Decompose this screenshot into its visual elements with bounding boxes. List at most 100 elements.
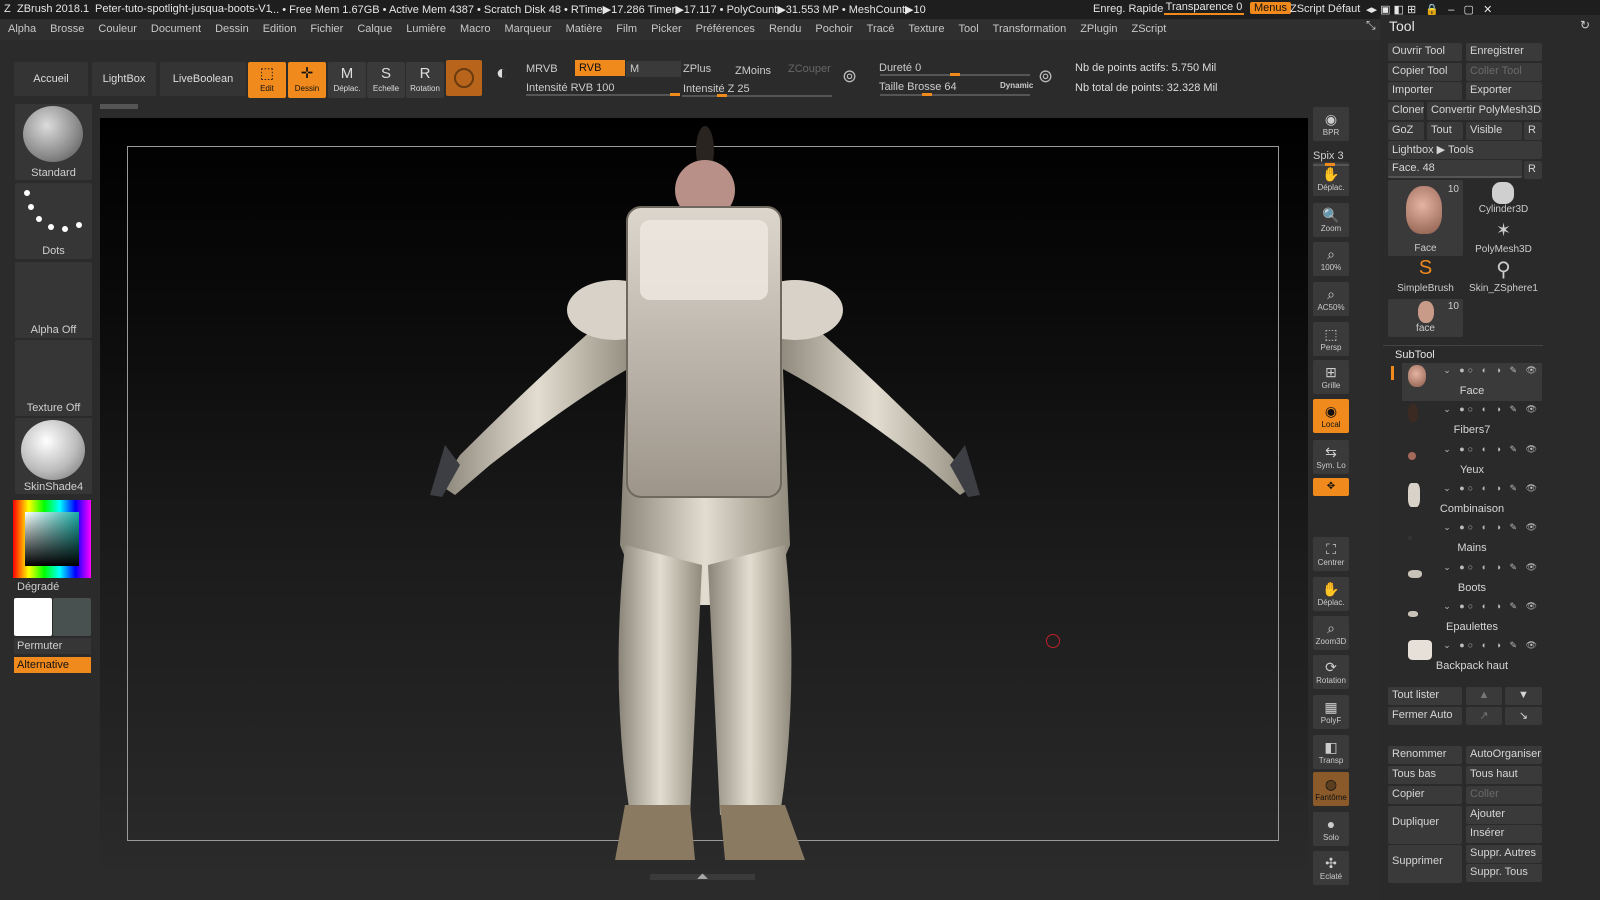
export-button[interactable]: Exporter bbox=[1466, 82, 1542, 100]
auto-organize-button[interactable]: AutoOrganiser bbox=[1466, 746, 1542, 764]
gradient-label[interactable]: Dégradé bbox=[17, 581, 59, 593]
edit-button[interactable]: ⬚ Edit bbox=[248, 62, 286, 98]
alternate-button[interactable]: Alternative bbox=[14, 657, 91, 673]
subtool-row[interactable]: ⌄ ●○ ◐ ◑ ✎ 👁 Yeux bbox=[1402, 442, 1542, 480]
menu-couleur[interactable]: Couleur bbox=[90, 20, 143, 35]
tool-thumb-cylinder[interactable]: Cylinder3D bbox=[1466, 180, 1541, 218]
menu-tool[interactable]: Tool bbox=[950, 20, 984, 35]
panel-refresh-icon[interactable]: ↻ bbox=[1580, 18, 1590, 32]
subtool-row[interactable]: ⌄ ●○ ◐ ◑ ✎ 👁 Mains bbox=[1402, 520, 1542, 558]
frame-button[interactable]: ⛶ Centrer bbox=[1313, 537, 1349, 571]
move-up-arrow-icon[interactable]: ▲ bbox=[1466, 687, 1502, 705]
spix-knob[interactable] bbox=[1325, 163, 1335, 166]
arrow-up-right-icon[interactable]: ↗ bbox=[1466, 707, 1502, 725]
menu-document[interactable]: Document bbox=[143, 20, 207, 35]
subtool-visibility-icon[interactable]: ⌄ ●○ ◐ ◑ ✎ 👁 bbox=[1443, 522, 1540, 533]
all-button[interactable]: Tout bbox=[1427, 122, 1463, 140]
bottom-tray-handle[interactable]: ◢◣ bbox=[650, 873, 755, 880]
xyz-button[interactable]: ✥ bbox=[1313, 478, 1349, 496]
color-sphere-icon[interactable]: ◐ bbox=[488, 62, 516, 94]
tool-thumb-polymesh[interactable]: ✶ PolyMesh3D bbox=[1466, 220, 1541, 258]
tool-thumb-simplebrush[interactable]: S SimpleBrush bbox=[1388, 257, 1463, 297]
move-button[interactable]: M Déplac. bbox=[328, 62, 366, 98]
transparency-slider[interactable]: Transparence 0 bbox=[1164, 1, 1244, 15]
import-button[interactable]: Importer bbox=[1388, 82, 1462, 100]
menu-preferences[interactable]: Préférences bbox=[688, 20, 761, 35]
subtool-title[interactable]: SubTool bbox=[1395, 349, 1435, 361]
copy-subtool-button[interactable]: Copier bbox=[1388, 786, 1462, 804]
menu-fichier[interactable]: Fichier bbox=[302, 20, 349, 35]
zcut-toggle[interactable]: ZCouper bbox=[784, 61, 835, 77]
menu-marqueur[interactable]: Marqueur bbox=[497, 20, 558, 35]
subtool-visibility-icon[interactable]: ⌄ ●○ ◐ ◑ ✎ 👁 bbox=[1443, 444, 1540, 455]
paste-subtool-button[interactable]: Coller bbox=[1466, 786, 1542, 804]
rgb-intensity-slider[interactable] bbox=[526, 93, 680, 96]
move-hand-button[interactable]: ✋ Déplac. bbox=[1313, 162, 1349, 196]
brush-size-knob[interactable] bbox=[922, 93, 932, 96]
z-intensity-knob[interactable] bbox=[717, 94, 727, 97]
visible-button[interactable]: Visible bbox=[1466, 122, 1522, 140]
polyframe-button[interactable]: ▦ PolyF bbox=[1313, 695, 1349, 729]
open-tool-button[interactable]: Ouvrir Tool bbox=[1388, 43, 1462, 61]
menu-zplugin[interactable]: ZPlugin bbox=[1072, 20, 1123, 35]
all-low-button[interactable]: Tous bas bbox=[1388, 766, 1462, 784]
tool-pin-icon[interactable]: ⤡ bbox=[1366, 18, 1376, 33]
save-tool-button[interactable]: Enregistrer bbox=[1466, 43, 1542, 61]
duplicate-button[interactable]: Dupliquer bbox=[1388, 806, 1462, 844]
texture-selector[interactable]: Texture Off bbox=[15, 340, 92, 416]
bpr-button[interactable]: ◉ BPR bbox=[1313, 107, 1349, 141]
m-toggle[interactable]: M bbox=[626, 61, 681, 77]
lightbox-tools-button[interactable]: Lightbox ▶ Tools bbox=[1388, 141, 1542, 159]
tab-lightbox[interactable]: LightBox bbox=[92, 62, 156, 96]
secondary-color-swatch[interactable] bbox=[53, 598, 91, 636]
subtool-scroll-indicator[interactable] bbox=[1391, 366, 1394, 380]
color-square[interactable] bbox=[25, 512, 79, 566]
subtool-row[interactable]: ⌄ ●○ ◐ ◑ ✎ 👁 Combinaison bbox=[1402, 481, 1542, 519]
menu-macro[interactable]: Macro bbox=[452, 20, 497, 35]
menu-zscript[interactable]: ZScript bbox=[1124, 20, 1173, 35]
menu-trace[interactable]: Tracé bbox=[859, 20, 901, 35]
subtool-visibility-icon[interactable]: ⌄ ●○ ◐ ◑ ✎ 👁 bbox=[1443, 483, 1540, 494]
subtool-visibility-icon[interactable]: ⌄ ●○ ◐ ◑ ✎ 👁 bbox=[1443, 404, 1540, 415]
draw-button[interactable]: ✛ Dessin bbox=[288, 62, 326, 98]
mrgb-toggle[interactable]: MRVB bbox=[522, 61, 562, 77]
hardness-slider[interactable] bbox=[880, 73, 1030, 76]
zscript-default-button[interactable]: ZScript Défaut bbox=[1290, 3, 1360, 15]
all-high-button[interactable]: Tous haut bbox=[1466, 766, 1542, 784]
sym-button[interactable]: ⇆ Sym. Lo bbox=[1313, 440, 1349, 474]
subtool-row[interactable]: ⌄ ●○ ◐ ◑ ✎ 👁 Epaulettes bbox=[1402, 599, 1542, 637]
dynamic-toggle[interactable]: Dynamic bbox=[996, 79, 1037, 95]
scale-button[interactable]: S Echelle bbox=[367, 62, 405, 98]
main-color-swatch[interactable] bbox=[14, 598, 52, 636]
arrow-down-right-icon[interactable]: ↘ bbox=[1505, 707, 1542, 725]
move-down-arrow-icon[interactable]: ▼ bbox=[1505, 687, 1542, 705]
spix-setting[interactable]: Spix 3 bbox=[1313, 150, 1344, 162]
rotate3d-button[interactable]: ⟳ Rotation bbox=[1313, 655, 1349, 689]
tool-thumb-face-2[interactable]: 10 face bbox=[1388, 299, 1463, 337]
alpha-selector[interactable]: Alpha Off bbox=[15, 262, 92, 338]
subtool-row[interactable]: ⌄ ●○ ◐ ◑ ✎ 👁 Fibers7 bbox=[1402, 402, 1542, 440]
menu-lumiere[interactable]: Lumière bbox=[398, 20, 452, 35]
move-hand-button[interactable]: ✋ Déplac. bbox=[1313, 577, 1349, 611]
ghost-button[interactable]: ◍ Fantôme bbox=[1313, 772, 1349, 806]
quicksave-button[interactable]: Enreg. Rapide bbox=[1093, 3, 1163, 15]
draw-size-icon[interactable]: ⊚ bbox=[1038, 66, 1064, 92]
menu-matiere[interactable]: Matière bbox=[558, 20, 609, 35]
viewport-tab[interactable] bbox=[100, 104, 138, 109]
auto-close-button[interactable]: Fermer Auto bbox=[1388, 707, 1462, 725]
menu-rendu[interactable]: Rendu bbox=[761, 20, 807, 35]
menu-transformation[interactable]: Transformation bbox=[985, 20, 1073, 35]
subtool-row[interactable]: ⌄ ●○ ◐ ◑ ✎ 👁 Face bbox=[1402, 363, 1542, 401]
tab-home[interactable]: Accueil bbox=[14, 62, 88, 96]
solo-button[interactable]: ● Solo bbox=[1313, 812, 1349, 846]
color-picker[interactable] bbox=[13, 500, 91, 578]
goz-button[interactable]: GoZ bbox=[1388, 122, 1424, 140]
persp-button[interactable]: ⬚ Persp bbox=[1313, 322, 1349, 356]
menu-edition[interactable]: Edition bbox=[255, 20, 303, 35]
actual-size-button[interactable]: ⌕ 100% bbox=[1313, 242, 1349, 276]
brush-size-slider[interactable] bbox=[880, 93, 1030, 96]
r-button[interactable]: R bbox=[1524, 122, 1542, 140]
tool-thumb-zsphere[interactable]: ⚲ Skin_ZSphere1 bbox=[1466, 259, 1541, 297]
half-size-button[interactable]: ⌕ AC50% bbox=[1313, 282, 1349, 316]
explode-button[interactable]: ✣ Eclaté bbox=[1313, 851, 1349, 885]
